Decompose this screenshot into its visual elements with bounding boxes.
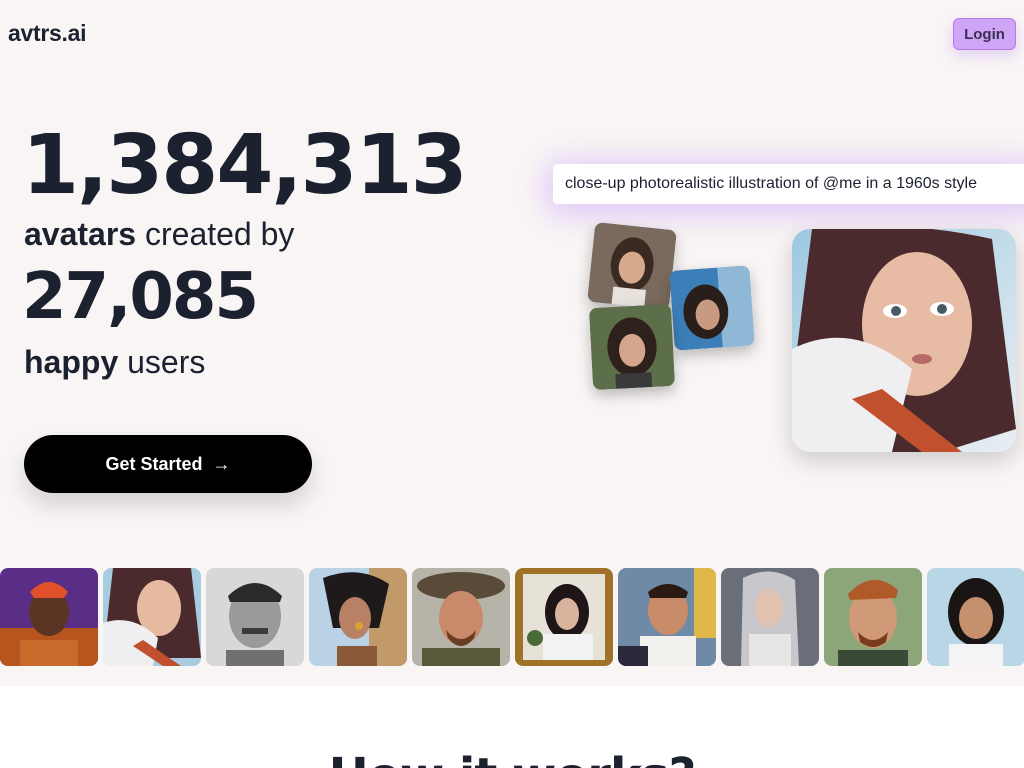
gallery-avatar: [618, 568, 716, 666]
avatars-caption-bold: avatars: [24, 216, 137, 252]
avatars-count: 1,384,313: [22, 118, 468, 213]
get-started-button[interactable]: Get Started →: [24, 435, 312, 493]
users-caption-bold: happy: [24, 344, 119, 380]
avatars-caption: avatars created by: [24, 216, 294, 253]
users-count: 27,085: [22, 260, 259, 334]
prompt-example: close-up photorealistic illustration of …: [553, 164, 1024, 204]
users-caption: happy users: [24, 344, 205, 381]
avatar-gallery: [0, 568, 1024, 666]
gallery-avatar: [824, 568, 922, 666]
input-photo-3: [588, 303, 676, 391]
login-button[interactable]: Login: [953, 18, 1016, 50]
generated-avatar-image: [792, 229, 1016, 452]
how-it-works-section: How it works?: [0, 686, 1024, 768]
avatars-caption-rest: created by: [136, 216, 295, 252]
gallery-avatar: [309, 568, 407, 666]
arrow-right-icon: →: [212, 453, 231, 474]
gallery-avatar: [412, 568, 510, 666]
gallery-avatar: [515, 568, 613, 666]
get-started-label: Get Started: [105, 453, 203, 474]
input-photo-2: [669, 265, 755, 351]
gallery-avatar: [0, 568, 98, 666]
input-photo-1: [587, 221, 677, 311]
users-caption-rest: users: [118, 344, 206, 380]
logo[interactable]: avtrs.ai: [8, 20, 86, 47]
gallery-avatar: [103, 568, 201, 666]
gallery-avatar: [721, 568, 819, 666]
gallery-avatar: [927, 568, 1024, 666]
gallery-avatar: [206, 568, 304, 666]
section-title: How it works?: [0, 748, 1024, 768]
